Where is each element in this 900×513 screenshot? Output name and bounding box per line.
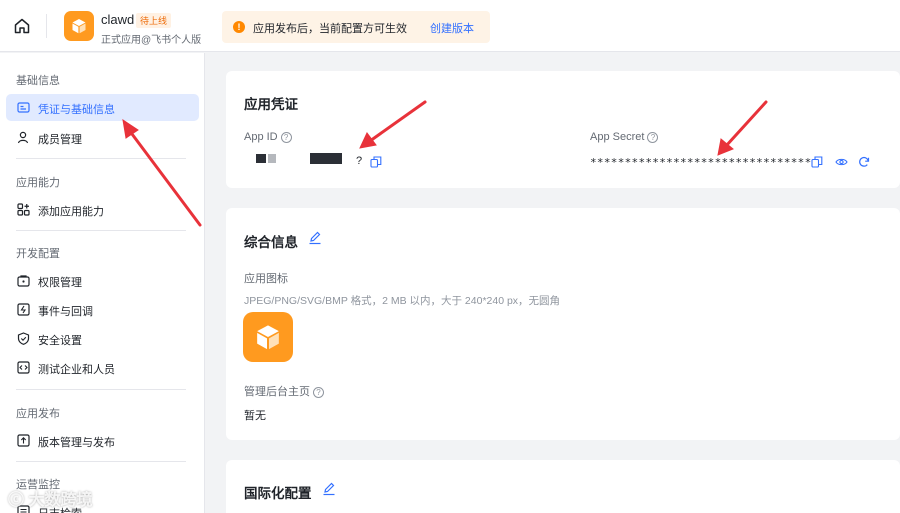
app-icon-label: 应用图标 bbox=[244, 273, 288, 285]
shield-icon bbox=[17, 332, 30, 345]
divider bbox=[16, 158, 186, 159]
masked-app-id bbox=[268, 154, 276, 163]
app-icon-preview[interactable] bbox=[243, 312, 293, 362]
publish-notice: ! 应用发布后，当前配置方可生效 创建版本 bbox=[222, 11, 490, 43]
sidebar-item-permissions[interactable]: 权限管理 bbox=[6, 267, 199, 294]
eye-icon[interactable] bbox=[835, 156, 848, 168]
credentials-card: 应用凭证 App ID? ? App Secret? *************… bbox=[226, 71, 900, 188]
admin-home-value: 暂无 bbox=[244, 410, 266, 422]
user-icon bbox=[17, 131, 29, 144]
copy-icon[interactable] bbox=[811, 156, 823, 168]
app-secret-label: App Secret? bbox=[590, 131, 659, 143]
sidebar-item-versions[interactable]: 版本管理与发布 bbox=[6, 427, 199, 454]
masked-app-id bbox=[310, 153, 342, 164]
admin-home-label: 管理后台主页? bbox=[244, 383, 324, 399]
warning-icon: ! bbox=[233, 21, 245, 33]
code-icon bbox=[17, 361, 30, 374]
edit-icon[interactable] bbox=[308, 231, 322, 245]
masked-app-id bbox=[256, 154, 266, 163]
sidebar-group-title: 基础信息 bbox=[16, 75, 60, 87]
sidebar-group-title: 应用发布 bbox=[16, 408, 60, 420]
card-title: 应用凭证 bbox=[244, 97, 298, 112]
sidebar-item-test-users[interactable]: 测试企业和人员 bbox=[6, 354, 199, 381]
sidebar-item-label: 安全设置 bbox=[38, 335, 82, 347]
sidebar-item-label: 成员管理 bbox=[38, 134, 82, 146]
card-title: 综合信息 bbox=[244, 235, 298, 250]
refresh-icon[interactable] bbox=[858, 156, 870, 168]
divider bbox=[16, 461, 186, 462]
sidebar-item-events[interactable]: 事件与回调 bbox=[6, 296, 199, 323]
box-icon bbox=[72, 19, 86, 34]
sidebar-group-title: 应用能力 bbox=[16, 177, 60, 189]
sidebar-item-label: 测试企业和人员 bbox=[38, 364, 115, 376]
sidebar-item-label: 版本管理与发布 bbox=[38, 437, 115, 449]
divider bbox=[16, 389, 186, 390]
sidebar-item-label: 添加应用能力 bbox=[38, 206, 104, 218]
status-badge: 待上线 bbox=[136, 13, 172, 28]
app-logo bbox=[64, 11, 94, 41]
sidebar-group-title: 开发配置 bbox=[16, 248, 60, 260]
app-name: clawd bbox=[101, 12, 135, 27]
event-icon bbox=[17, 303, 30, 316]
edit-icon[interactable] bbox=[322, 482, 336, 496]
app-icon-hint: JPEG/PNG/SVG/BMP 格式，2 MB 以内，大于 240*240 p… bbox=[244, 295, 561, 307]
sidebar-item-members[interactable]: 成员管理 bbox=[6, 124, 199, 151]
create-version-link[interactable]: 创建版本 bbox=[430, 20, 474, 36]
sidebar-item-security[interactable]: 安全设置 bbox=[6, 325, 199, 352]
apps-add-icon bbox=[17, 203, 30, 216]
help-icon[interactable]: ? bbox=[647, 132, 659, 143]
sidebar-item-add-capability[interactable]: 添加应用能力 bbox=[6, 196, 199, 223]
i18n-card: 国际化配置 bbox=[226, 460, 900, 513]
card-title: 国际化配置 bbox=[244, 486, 312, 501]
notice-text: 应用发布后，当前配置方可生效 bbox=[253, 23, 407, 35]
sidebar-item-label: 凭证与基础信息 bbox=[38, 104, 115, 116]
upload-icon bbox=[17, 434, 30, 447]
watermark: ⓒ 大数跨境 bbox=[8, 492, 93, 509]
lock-box-icon bbox=[17, 275, 30, 287]
top-bar: clawd 待上线 正式应用@飞书个人版 ! 应用发布后，当前配置方可生效 创建… bbox=[0, 0, 900, 52]
sidebar: 基础信息 凭证与基础信息 成员管理 应用能力 添加应用能力 开发配置 权限管理 … bbox=[0, 53, 205, 513]
help-icon[interactable]: ? bbox=[313, 387, 324, 398]
general-info-card: 综合信息 应用图标 JPEG/PNG/SVG/BMP 格式，2 MB 以内，大于… bbox=[226, 208, 900, 440]
app-secret-value: ******************************** bbox=[590, 156, 812, 169]
app-id-label: App ID? bbox=[244, 131, 292, 143]
app-id-fragment: ? bbox=[356, 155, 363, 167]
divider bbox=[46, 14, 47, 38]
help-icon[interactable]: ? bbox=[280, 132, 292, 143]
divider bbox=[16, 230, 186, 231]
sidebar-item-label: 权限管理 bbox=[38, 277, 82, 289]
home-icon[interactable] bbox=[12, 16, 32, 36]
copy-icon[interactable] bbox=[370, 156, 382, 168]
sidebar-item-label: 事件与回调 bbox=[38, 306, 93, 318]
credential-icon bbox=[17, 102, 30, 113]
box-icon bbox=[257, 325, 279, 350]
app-subtitle: 正式应用@飞书个人版 bbox=[101, 35, 202, 46]
sidebar-item-credentials[interactable]: 凭证与基础信息 bbox=[6, 94, 199, 121]
